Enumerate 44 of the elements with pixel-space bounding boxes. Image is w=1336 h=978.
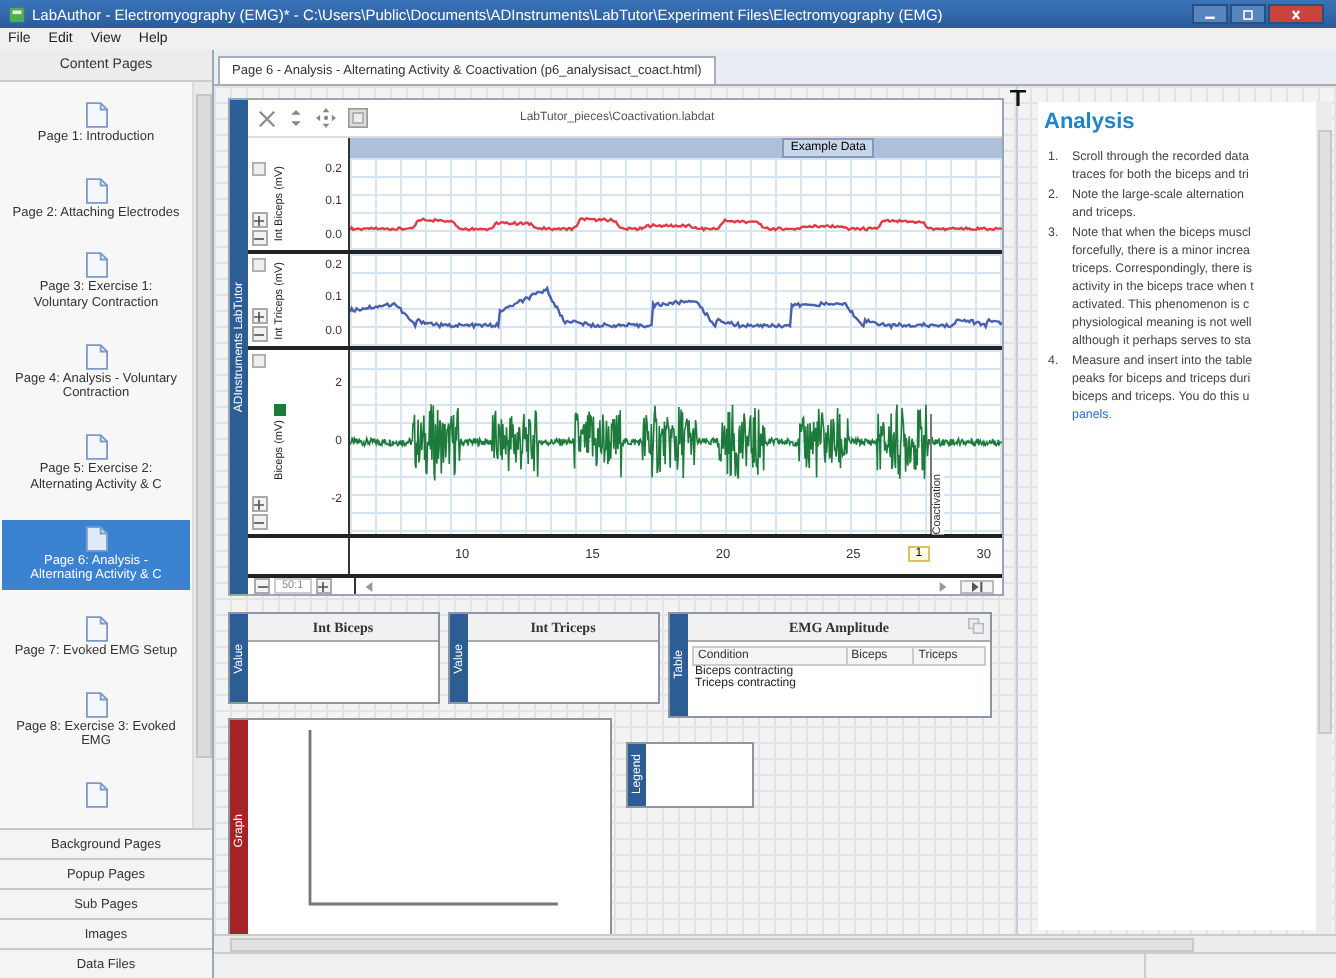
- scroll-end-button[interactable]: [960, 579, 994, 593]
- splitter-handle-icon[interactable]: [1010, 90, 1026, 106]
- zoom-in-button[interactable]: [251, 496, 267, 512]
- skip-end-icon: [970, 581, 984, 591]
- zoom-out-button[interactable]: [251, 326, 267, 342]
- scrollbar[interactable]: [192, 82, 212, 828]
- app-icon: [8, 5, 26, 23]
- scrollbar[interactable]: [1316, 102, 1332, 934]
- document-icon: [85, 691, 107, 718]
- scroll-right-icon[interactable]: [938, 581, 948, 591]
- zoom-out-button[interactable]: [251, 514, 267, 530]
- document-icon: [85, 525, 107, 552]
- minimize-button[interactable]: [1192, 4, 1228, 24]
- updown-arrows-icon[interactable]: [288, 108, 304, 128]
- plus-icon: [254, 311, 264, 321]
- zoom-out-button[interactable]: [251, 230, 267, 246]
- minus-icon: [257, 581, 267, 591]
- zoom-in-button[interactable]: [315, 578, 332, 594]
- plus-icon: [254, 215, 264, 225]
- minus-icon: [254, 329, 264, 339]
- frame-icon[interactable]: [348, 108, 368, 128]
- zoom-in-button[interactable]: [251, 212, 267, 228]
- document-icon: [85, 343, 107, 370]
- minus-icon: [254, 517, 264, 527]
- close-button[interactable]: [1268, 4, 1324, 24]
- maximize-button[interactable]: [1230, 4, 1266, 24]
- scrollbar[interactable]: [214, 934, 1336, 952]
- section-heading: Analysis: [1042, 110, 1137, 134]
- document-icon: [85, 615, 107, 642]
- plus-icon: [254, 499, 264, 509]
- document-icon: [85, 252, 107, 279]
- document-icon: [85, 782, 107, 809]
- document-icon: [85, 434, 107, 461]
- scroll-left-icon[interactable]: [364, 581, 374, 591]
- document-icon: [85, 177, 107, 204]
- maximize-icon: [1240, 9, 1256, 19]
- zoom-in-button[interactable]: [251, 308, 267, 324]
- close-icon: [1288, 9, 1304, 19]
- zoom-out-button[interactable]: [254, 578, 270, 594]
- plus-icon: [318, 581, 329, 591]
- move-icon[interactable]: [316, 108, 336, 128]
- minus-icon: [254, 233, 264, 243]
- document-icon: [85, 101, 107, 128]
- close-icon[interactable]: [258, 109, 276, 127]
